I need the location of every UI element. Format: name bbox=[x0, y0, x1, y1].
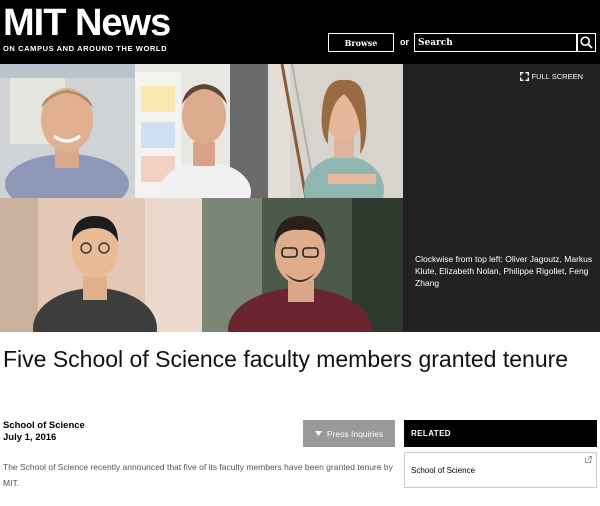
related-heading: RELATED bbox=[404, 420, 597, 447]
site-header: MIT News ON CAMPUS AND AROUND THE WORLD … bbox=[0, 0, 600, 64]
fullscreen-label: FULL SCREEN bbox=[531, 72, 583, 81]
site-tagline: ON CAMPUS AND AROUND THE WORLD bbox=[3, 44, 168, 53]
portrait-photo-2 bbox=[135, 64, 268, 198]
portrait-photo-3 bbox=[268, 64, 403, 198]
search-input[interactable] bbox=[414, 33, 577, 52]
portrait-photo-1 bbox=[0, 64, 135, 198]
article-lede: The School of Science recently announced… bbox=[3, 462, 393, 488]
site-logo[interactable]: MIT News bbox=[3, 3, 171, 43]
external-link-icon bbox=[585, 456, 592, 463]
related-link[interactable]: School of Science bbox=[411, 466, 475, 475]
article-department[interactable]: School of Science bbox=[3, 420, 85, 431]
search-icon bbox=[580, 36, 593, 49]
article-title: Five School of Science faculty members g… bbox=[3, 346, 569, 372]
triangle-down-icon bbox=[314, 431, 322, 436]
article-date: July 1, 2016 bbox=[3, 432, 57, 443]
press-inquiries-button[interactable]: Press Inquiries bbox=[303, 420, 395, 447]
related-item[interactable]: School of Science bbox=[404, 452, 597, 488]
browse-button[interactable]: Browse bbox=[328, 33, 394, 52]
caption-panel: FULL SCREEN Clockwise from top left: Oli… bbox=[403, 64, 600, 332]
photo-collage[interactable] bbox=[0, 64, 403, 332]
or-label: or bbox=[400, 37, 409, 47]
portrait-photo-5 bbox=[202, 198, 403, 332]
expand-icon bbox=[519, 72, 529, 81]
portrait-photo-4 bbox=[0, 198, 202, 332]
search-button[interactable] bbox=[577, 33, 596, 52]
fullscreen-button[interactable]: FULL SCREEN bbox=[519, 72, 583, 81]
photo-caption: Clockwise from top left: Oliver Jagoutz,… bbox=[415, 254, 593, 288]
press-inquiries-label: Press Inquiries bbox=[326, 428, 384, 439]
